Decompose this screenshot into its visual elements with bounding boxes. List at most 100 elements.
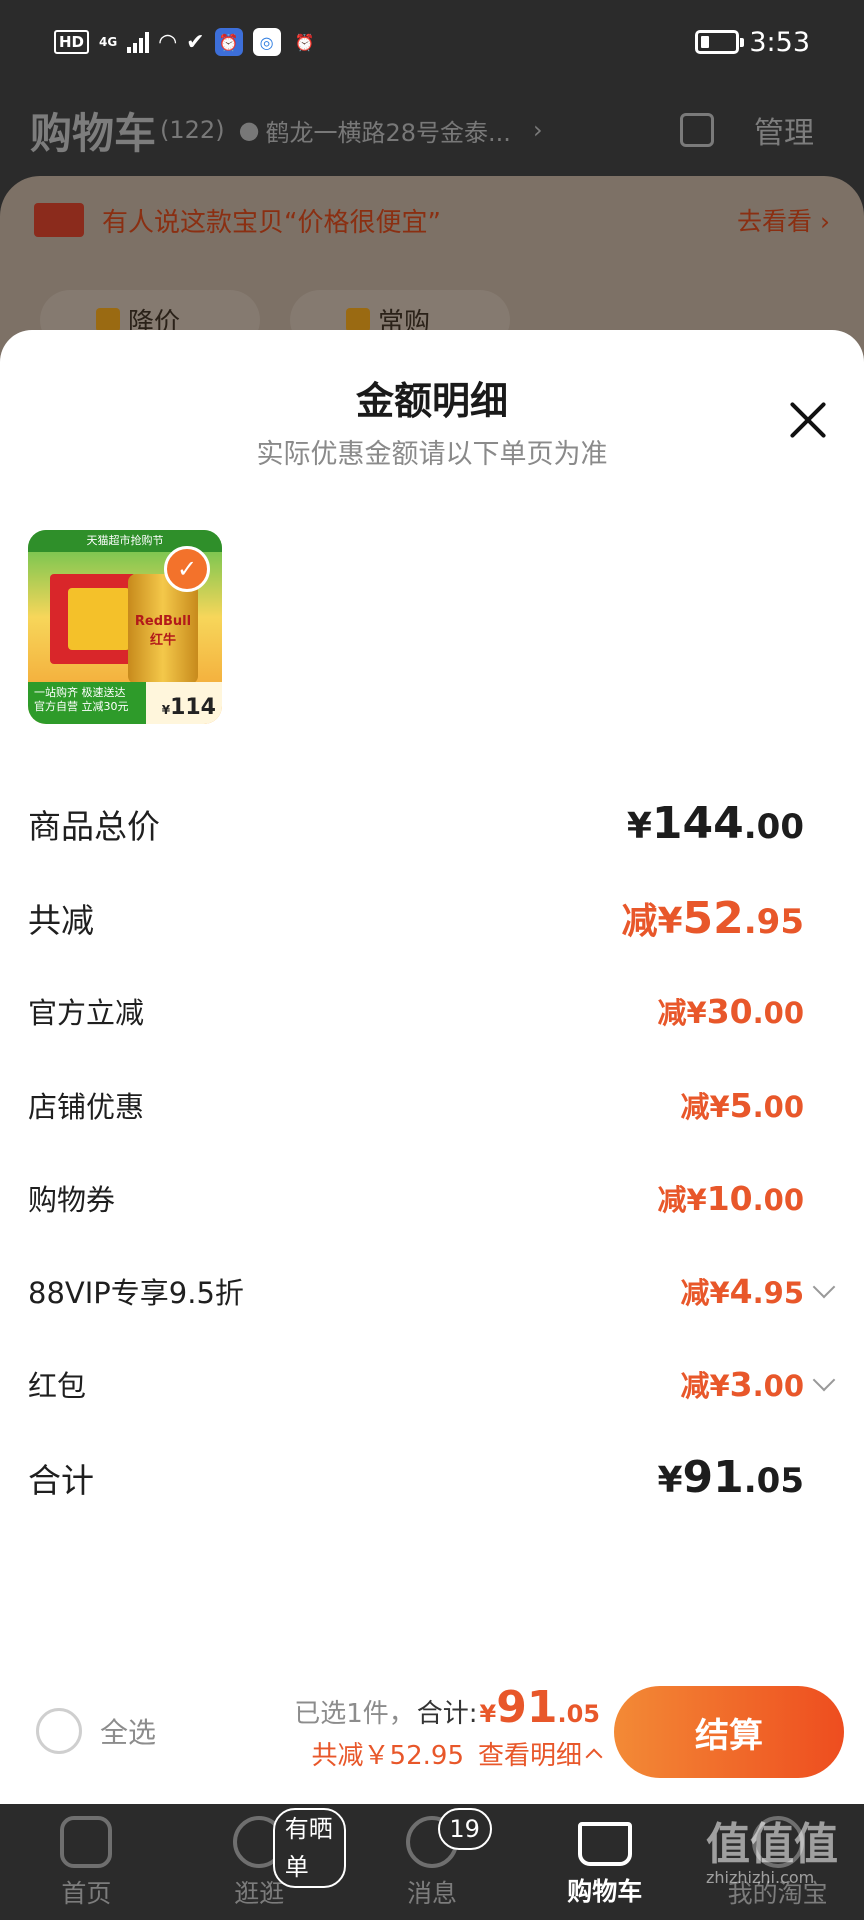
cart-icon [577,1822,632,1866]
value-symbol: 减¥ [680,1276,730,1310]
row-total-price: 商品总价 ¥144.00 [28,798,804,849]
row-value: 减¥4.95 [680,1272,804,1311]
home-icon [60,1816,113,1868]
selected-check-icon[interactable]: ✓ [164,546,210,592]
network-type: 4G [99,35,118,49]
view-detail-label: 查看明细 [477,1741,582,1771]
address-selector[interactable]: ● 鹤龙一横路28号金泰... [239,113,511,148]
nav-messages[interactable]: 消息 19 [346,1804,519,1920]
nav-browse[interactable]: 逛逛 有晒单 [173,1804,346,1920]
nav-cart[interactable]: 购物车 [518,1804,691,1920]
alarm-icon: ⏰ [294,32,315,52]
value-integer: 144 [651,798,744,849]
location-pin-icon: ● [238,116,260,144]
row-store-discount: 店铺优惠 减¥5.00 [28,1084,804,1126]
product-price-currency: ¥ [161,703,171,717]
row-red-packet[interactable]: 红包 减¥3.00 [28,1363,836,1405]
row-value: ¥91.05 [657,1452,804,1503]
check-app-icon: ✔ [186,29,205,55]
basket-icon [346,308,370,332]
value-decimal: .95 [743,902,804,942]
saved-text: 共减￥52.95 [311,1741,464,1771]
close-icon[interactable] [788,400,828,440]
value-integer: 52 [682,893,744,944]
row-value-wrap: 减¥3.00 [680,1363,836,1405]
value-symbol: 减¥ [657,996,707,1030]
value-decimal: .95 [752,1276,804,1310]
row-total-saved: 共减 减¥52.95 [28,892,804,944]
promo-thumbnail [34,203,84,237]
checkout-bar: 全选 已选1件， 合计: ¥91.05 共减￥52.95 查看明细 结算 [0,1664,864,1804]
row-label: 官方立减 [28,996,145,1030]
row-value: 减¥3.00 [680,1365,804,1404]
promo-text: 有人说这款宝贝“价格很便宜” [102,207,441,238]
view-detail-link[interactable]: 查看明细 [477,1735,603,1772]
status-right: 3:53 [695,27,810,58]
product-tag-1: 一站购齐 极速送达 [34,686,126,699]
cart-count: (122) [160,116,225,144]
row-label: 红包 [28,1369,87,1403]
sum-label: 合计: [416,1699,478,1729]
chevron-down-icon[interactable] [812,1275,836,1299]
sum-decimal: .05 [557,1700,600,1728]
row-value: 减¥10.00 [658,1177,805,1219]
wifi-icon: ◠ [159,29,177,55]
nav-cart-label: 购物车 [567,1877,643,1906]
summary-line: 已选1件， 合计: ¥91.05 [294,1682,600,1733]
value-symbol: 减¥ [621,901,683,942]
sheet-subtitle: 实际优惠金额请以下单页为准 [256,439,608,470]
product-footer-tags: 一站购齐 极速送达 官方自营 立减30元 [28,682,146,724]
promo-bar[interactable]: 有人说这款宝贝“价格很便宜” 去看看 › [0,190,864,250]
price-drop-icon [96,308,120,332]
copy-icon[interactable] [680,113,714,147]
promo-link[interactable]: 去看看 › [737,202,830,238]
row-label: 88VIP专享9.5折 [28,1276,244,1310]
value-integer: 91 [682,1452,744,1503]
row-label: 合计 [28,1460,94,1500]
chevron-right-icon: › [532,116,543,144]
value-decimal: .00 [752,1369,804,1403]
product-price: ¥114 [162,695,216,720]
battery-icon [695,30,745,54]
row-official-discount: 官方立减 减¥30.00 [28,990,804,1032]
select-all-toggle[interactable]: 全选 [36,1708,156,1754]
cart-header: 购物车 (122) ● 鹤龙一横路28号金泰... › 管理 [0,84,864,176]
row-label: 购物券 [28,1183,116,1217]
browse-badge: 有晒单 [272,1808,346,1888]
product-can-label: RedBull 红牛 [134,614,192,648]
product-thumbnail[interactable]: 天猫超市抢购节 RedBull 红牛 ✓ 一站购齐 极速送达 官方自营 立减30… [28,530,222,724]
manage-button[interactable]: 管理 [754,108,814,152]
status-left: HD 4G ◠ ✔ ⏰ ◎ ⏰ [54,28,319,56]
row-value: ¥144.00 [627,798,804,849]
value-decimal: .05 [743,1461,804,1501]
row-label: 共减 [28,901,94,940]
watermark-sub: zhizhizhi.com [706,1868,815,1887]
chevron-up-icon [585,1748,603,1765]
row-label: 店铺优惠 [28,1090,145,1124]
chevron-down-icon[interactable] [812,1368,836,1392]
row-label: 商品总价 [28,806,160,846]
product-box-image [68,588,130,650]
checkout-summary: 已选1件， 合计: ¥91.05 共减￥52.95 查看明细 [294,1682,603,1772]
value-integer: 30 [706,992,753,1031]
row-value-wrap: 减¥4.95 [680,1270,836,1312]
value-decimal: .00 [752,1183,804,1217]
value-integer: 10 [706,1179,753,1218]
value-integer: 5 [729,1086,753,1125]
nav-home[interactable]: 首页 [0,1804,173,1920]
signal-icon [127,31,150,53]
nav-messages-label: 消息 [406,1879,457,1908]
value-integer: 3 [729,1365,753,1404]
sum-integer: 91 [496,1682,558,1733]
watermark-logo: 值值值 zhizhizhi.com [706,1808,838,1887]
value-decimal: .00 [743,807,804,847]
selected-count: 已选1件， [294,1699,415,1729]
amount-detail-sheet: 金额明细 实际优惠金额请以下单页为准 天猫超市抢购节 RedBull 红牛 ✓ … [0,330,864,1804]
select-all-label: 全选 [100,1716,157,1749]
select-all-radio[interactable] [36,1708,82,1754]
value-decimal: .00 [752,996,804,1030]
row-vip-discount[interactable]: 88VIP专享9.5折 减¥4.95 [28,1270,836,1312]
cart-title: 购物车 [30,108,157,158]
checkout-button[interactable]: 结算 [614,1686,844,1778]
address-text: 鹤龙一横路28号金泰... [265,118,511,147]
